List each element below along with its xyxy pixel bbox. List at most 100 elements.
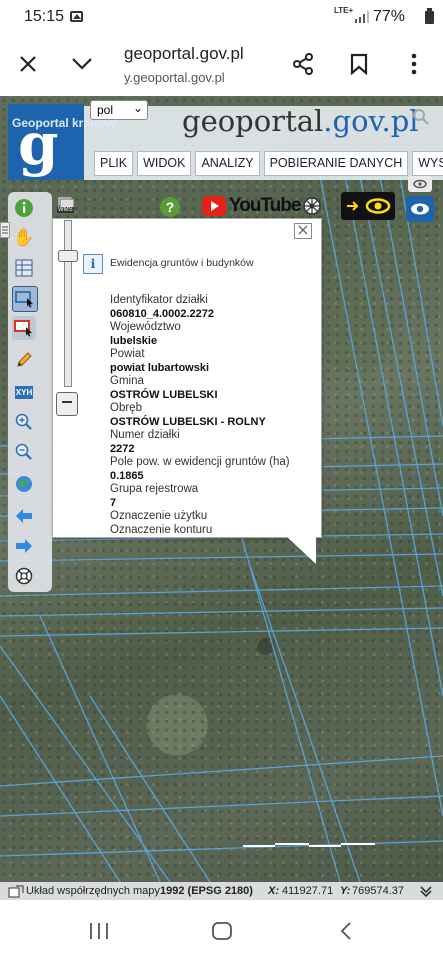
recent-apps-button[interactable]: [86, 920, 112, 942]
field-value: OSTRÓW LUBELSKI - ROLNY: [110, 416, 266, 428]
battery-icon: [425, 8, 434, 24]
zoom-slider-track[interactable]: [64, 220, 72, 387]
coordinates-tool-button[interactable]: XYH: [12, 380, 36, 404]
field-value: 2272: [110, 443, 135, 455]
table-icon: [15, 259, 33, 277]
field-value: 0.1865: [110, 470, 144, 482]
back-button[interactable]: [336, 920, 356, 942]
zoom-in-icon: [15, 413, 32, 430]
menu-widok[interactable]: WIDOK: [137, 151, 192, 176]
language-select[interactable]: pol ⌄: [90, 100, 148, 120]
x-coordinate: 411927.71: [282, 885, 334, 897]
minus-icon: [62, 401, 72, 403]
info-icon: [15, 199, 33, 217]
y-coordinate: 769574.37: [352, 885, 404, 897]
field-value: 060810_4.0002.2272: [110, 308, 214, 320]
field-label: Powiat: [110, 348, 145, 360]
hand-icon: ✋: [13, 228, 35, 247]
accessibility-eye-icon: [347, 198, 391, 214]
network-type: LTE+: [334, 6, 354, 15]
popup-pointer: [286, 536, 316, 564]
y-label: Y:: [340, 885, 351, 897]
street-view-button[interactable]: [406, 196, 434, 222]
home-icon: [212, 922, 232, 940]
close-tab-button[interactable]: [12, 48, 44, 80]
page-url[interactable]: y.geoportal.gov.pl: [124, 70, 225, 85]
arrow-right-icon: [16, 539, 32, 553]
feature-info-popup: i Ewidencja gruntów i budynków Identyfik…: [52, 218, 322, 538]
field-label: Oznaczenie użytku: [110, 510, 208, 522]
select-tool-button[interactable]: [12, 286, 38, 312]
expand-button[interactable]: [66, 48, 98, 80]
gallery-notification-icon: [70, 11, 83, 22]
field-label: Obręb: [110, 402, 142, 414]
field-value: OSTRÓW LUBELSKI: [110, 389, 218, 401]
field-label: Pole pow. w ewidencji gruntów (ha): [110, 456, 290, 468]
eye-icon: [411, 203, 429, 215]
home-button[interactable]: [210, 920, 234, 942]
forward-tool-button[interactable]: [12, 534, 36, 558]
zoom-in-tool-button[interactable]: [12, 410, 36, 434]
table-tool-button[interactable]: [12, 256, 36, 280]
bookmark-icon: [350, 53, 368, 75]
zoom-out-button[interactable]: [56, 392, 78, 416]
help-icon[interactable]: ?: [160, 197, 180, 217]
deselect-rect-icon: [14, 320, 32, 337]
search-icon[interactable]: [412, 108, 430, 126]
side-panel-handle[interactable]: [0, 222, 10, 238]
recents-icon: [90, 923, 108, 939]
zoom-out-icon: [15, 443, 32, 460]
arrow-left-icon: [16, 509, 32, 523]
settings-wheel-icon[interactable]: [302, 196, 322, 216]
draw-tool-button[interactable]: [12, 348, 36, 372]
coordinate-system-label: Układ współrzędnych mapy: [26, 885, 160, 897]
close-icon: [298, 225, 308, 235]
battery-percent: 77%: [373, 8, 406, 25]
youtube-link[interactable]: YouTube: [229, 195, 301, 217]
share-button[interactable]: [287, 48, 319, 80]
pan-tool-button[interactable]: ✋: [12, 226, 36, 250]
bookmark-button[interactable]: [343, 48, 375, 80]
geoportal-wordmark: geoportal.gov.pl: [182, 104, 419, 138]
field-label: Numer działki: [110, 429, 180, 441]
deselect-tool-button[interactable]: [12, 316, 36, 340]
youtube-play-icon[interactable]: [202, 196, 226, 216]
status-bar: 15:15 LTE+ 77%: [0, 0, 443, 34]
collapse-arrows-icon[interactable]: [418, 885, 434, 897]
coordinate-bar: Układ współrzędnych mapy 1992 (EPSG 2180…: [0, 882, 443, 900]
expand-panel-icon[interactable]: [8, 885, 24, 898]
pencil-icon: [17, 352, 32, 367]
field-label: Gmina: [110, 375, 144, 387]
accessibility-button[interactable]: [341, 192, 395, 220]
field-label: Grupa rejestrowa: [110, 483, 199, 495]
wordmark-main: geoportal: [182, 104, 324, 138]
info-tool-button[interactable]: [12, 196, 36, 220]
wms-button[interactable]: WMS: [56, 196, 76, 214]
menu-analizy[interactable]: ANALIZY: [195, 151, 260, 176]
layer-visibility-toggle[interactable]: [408, 176, 432, 192]
wordmark-domain: .gov.pl: [323, 104, 419, 138]
field-label: Oznaczenie konturu: [110, 524, 213, 536]
field-label: Identyfikator działki: [110, 294, 208, 306]
help-tool-button[interactable]: [12, 564, 36, 588]
globe-icon: [16, 476, 32, 492]
popup-close-button[interactable]: [294, 223, 312, 239]
field-value: 7: [110, 497, 117, 509]
info-icon: i: [83, 254, 103, 274]
field-value: powiat lubartowski: [110, 362, 210, 374]
signal-icon: [355, 11, 369, 23]
menu-pobieranie-danych[interactable]: POBIERANIE DANYCH: [263, 151, 409, 176]
xyh-icon: XYH: [14, 385, 34, 399]
share-icon: [293, 53, 313, 75]
android-nav-bar: [0, 900, 443, 960]
menu-plik[interactable]: PLIK: [94, 151, 134, 176]
popup-title: Ewidencja gruntów i budynków: [110, 257, 254, 269]
menu-wyszukaj[interactable]: WYSZUK: [412, 151, 443, 176]
page-title[interactable]: geoportal.gov.pl: [124, 44, 244, 64]
zoom-out-tool-button[interactable]: [12, 440, 36, 464]
back-tool-button[interactable]: [12, 504, 36, 528]
zoom-slider-handle[interactable]: [58, 250, 78, 262]
full-extent-tool-button[interactable]: [12, 472, 36, 496]
close-icon: [20, 56, 36, 72]
more-options-button[interactable]: [398, 48, 430, 80]
